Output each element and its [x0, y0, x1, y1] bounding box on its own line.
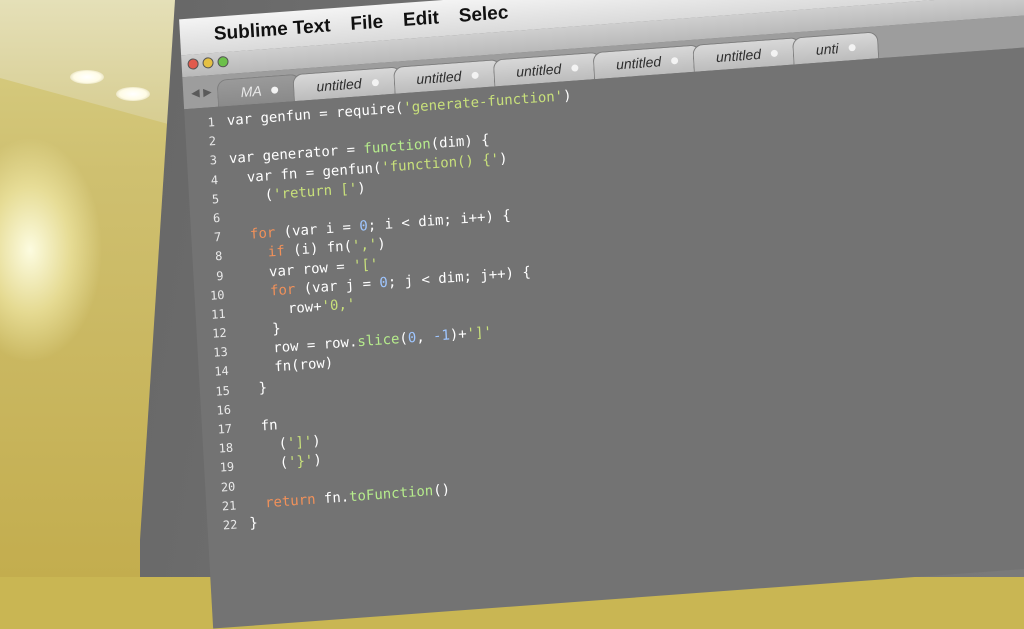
line-number: 11: [210, 306, 226, 322]
line-number: 5: [211, 191, 220, 207]
line-number: 14: [213, 364, 230, 380]
tab-label: untitled: [415, 67, 462, 88]
code-token: ',': [351, 236, 378, 255]
line-number: 18: [218, 440, 234, 456]
code-token: ): [311, 433, 322, 450]
tab-close-icon[interactable]: [371, 78, 379, 86]
tab-label: untitled: [615, 53, 662, 73]
line-number: 9: [215, 268, 224, 283]
code-area[interactable]: var genfun = require('generate-function'…: [226, 87, 594, 534]
tab-label: untitled: [515, 60, 562, 80]
close-window-icon[interactable]: [187, 58, 199, 70]
line-number: 1: [207, 115, 216, 130]
line-number: 3: [209, 153, 218, 168]
code-token: fn.: [315, 488, 350, 508]
code-token: fn: [243, 417, 279, 436]
line-number: 15: [215, 383, 231, 399]
code-token: )+: [449, 326, 468, 344]
code-token: toFunction: [348, 482, 434, 505]
line-number: 22: [222, 517, 238, 533]
code-token: if: [233, 243, 286, 264]
projection-screen: Sublime Text File Edit Selec ◀ ▶ MA untit…: [0, 0, 1024, 629]
code-token: (i) fn(: [284, 238, 353, 260]
tab-close-icon[interactable]: [271, 85, 279, 94]
code-token: ): [498, 150, 508, 167]
tab-close-icon[interactable]: [571, 63, 579, 72]
window-controls: [187, 55, 229, 70]
line-number: 13: [212, 344, 229, 361]
line-number: 4: [210, 172, 219, 188]
tab-label: unti: [815, 40, 839, 58]
sublime-text-window: Sublime Text File Edit Selec ◀ ▶ MA untit…: [170, 0, 1024, 629]
tab-close-icon[interactable]: [471, 71, 479, 79]
line-number: 16: [216, 402, 232, 418]
tab-label: untitled: [316, 75, 362, 95]
code-token: row+: [237, 298, 323, 321]
editor-pane[interactable]: 1 2 3 4 5 6 7 8 9 10 11 12 13 14 15 16 17 18 19 20 21 22 var …: [184, 46, 1024, 629]
code-token: (: [244, 435, 288, 455]
zoom-window-icon[interactable]: [217, 55, 229, 68]
code-token: '[': [352, 255, 379, 274]
menu-app-name[interactable]: Sublime Text: [213, 15, 331, 46]
code-token: }: [241, 379, 268, 398]
line-number: 20: [220, 479, 236, 495]
code-token: return: [247, 491, 316, 513]
code-token: -1: [432, 327, 451, 345]
tab-close-icon[interactable]: [670, 56, 679, 64]
menu-selection[interactable]: Selec: [458, 2, 509, 28]
menu-file[interactable]: File: [350, 11, 384, 35]
code-token: ']': [466, 324, 493, 343]
line-number: 19: [219, 459, 235, 475]
code-token: function: [363, 136, 432, 158]
menu-edit[interactable]: Edit: [402, 7, 439, 32]
tab-label: MA: [240, 82, 263, 101]
line-number: 2: [208, 134, 217, 149]
code-token: slice: [356, 331, 400, 351]
minimize-window-icon[interactable]: [202, 56, 214, 69]
code-token: ): [312, 452, 323, 470]
code-token: }: [238, 320, 282, 340]
line-number: 21: [221, 498, 237, 514]
line-number: 12: [211, 325, 228, 341]
code-token: for: [236, 281, 296, 302]
line-number: 7: [213, 230, 222, 245]
code-token: '0,': [321, 296, 356, 315]
tab-nav-arrows-icon[interactable]: ◀ ▶: [191, 85, 212, 99]
code-token: (: [230, 186, 274, 206]
line-number: 17: [217, 421, 233, 437]
code-token: (: [245, 454, 289, 475]
line-number: 6: [212, 210, 221, 226]
code-token: }: [248, 514, 259, 532]
code-token: ): [562, 87, 572, 105]
code-token: (): [432, 481, 451, 499]
tab-close-icon[interactable]: [848, 43, 856, 51]
code-token: ,: [415, 328, 434, 347]
code-token: for: [232, 225, 276, 245]
code-token: ): [376, 236, 387, 253]
line-number: 8: [214, 249, 223, 264]
code-token: ): [356, 179, 367, 197]
line-number: 10: [209, 287, 225, 303]
code-token: ']': [286, 433, 313, 452]
code-token: (dim) {: [430, 132, 491, 153]
tab-label: untitled: [715, 45, 762, 66]
tab-close-icon[interactable]: [770, 49, 779, 57]
code-token: '}': [287, 453, 314, 471]
